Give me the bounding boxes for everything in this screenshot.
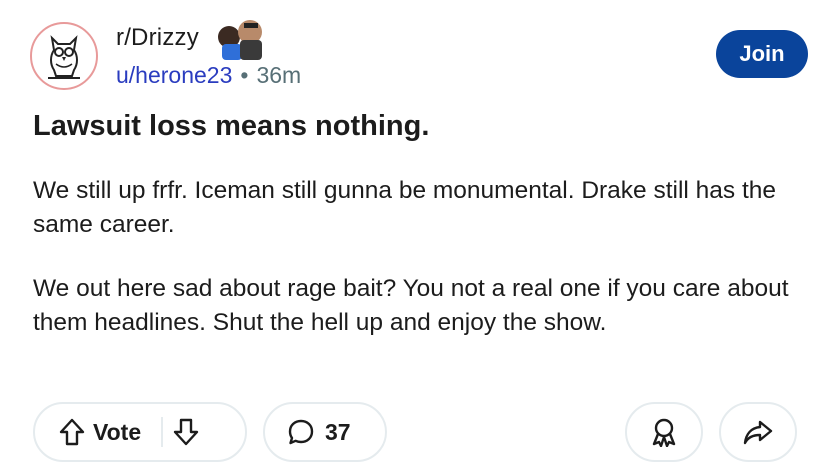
upvote-arrow-icon[interactable]: [59, 418, 85, 446]
vote-control: Vote: [33, 402, 247, 462]
vote-divider: [161, 417, 164, 447]
post-paragraph-2: We out here sad about rage bait? You not…: [33, 275, 789, 336]
comment-count: 37: [325, 418, 351, 445]
award-icon: [650, 417, 678, 447]
post-header: r/Drizzy u/herone23 • 36m Join: [30, 16, 820, 96]
author-link[interactable]: u/herone23: [116, 62, 232, 88]
post-action-bar: Vote 37: [33, 402, 803, 464]
user-flair-icon: [216, 18, 266, 62]
vote-label: Vote: [93, 418, 142, 445]
post-paragraph-1: We still up frfr. Iceman still gunna be …: [33, 177, 777, 238]
share-arrow-icon: [743, 419, 773, 445]
subreddit-name[interactable]: r/Drizzy: [116, 24, 199, 52]
post-body: We still up frfr. Iceman still gunna be …: [33, 174, 793, 370]
post-title: Lawsuit loss means nothing.: [33, 110, 430, 142]
owl-logo-icon: [48, 35, 80, 79]
award-button[interactable]: [625, 402, 703, 462]
post-meta: u/herone23 • 36m: [116, 62, 301, 89]
downvote-arrow-icon[interactable]: [173, 418, 199, 446]
meta-separator: •: [240, 62, 249, 88]
post-age: 36m: [256, 62, 302, 88]
join-button[interactable]: Join: [716, 30, 808, 78]
subreddit-avatar[interactable]: [30, 22, 98, 90]
comments-button[interactable]: 37: [263, 402, 387, 462]
share-button[interactable]: [719, 402, 797, 462]
comment-bubble-icon: [287, 418, 315, 446]
